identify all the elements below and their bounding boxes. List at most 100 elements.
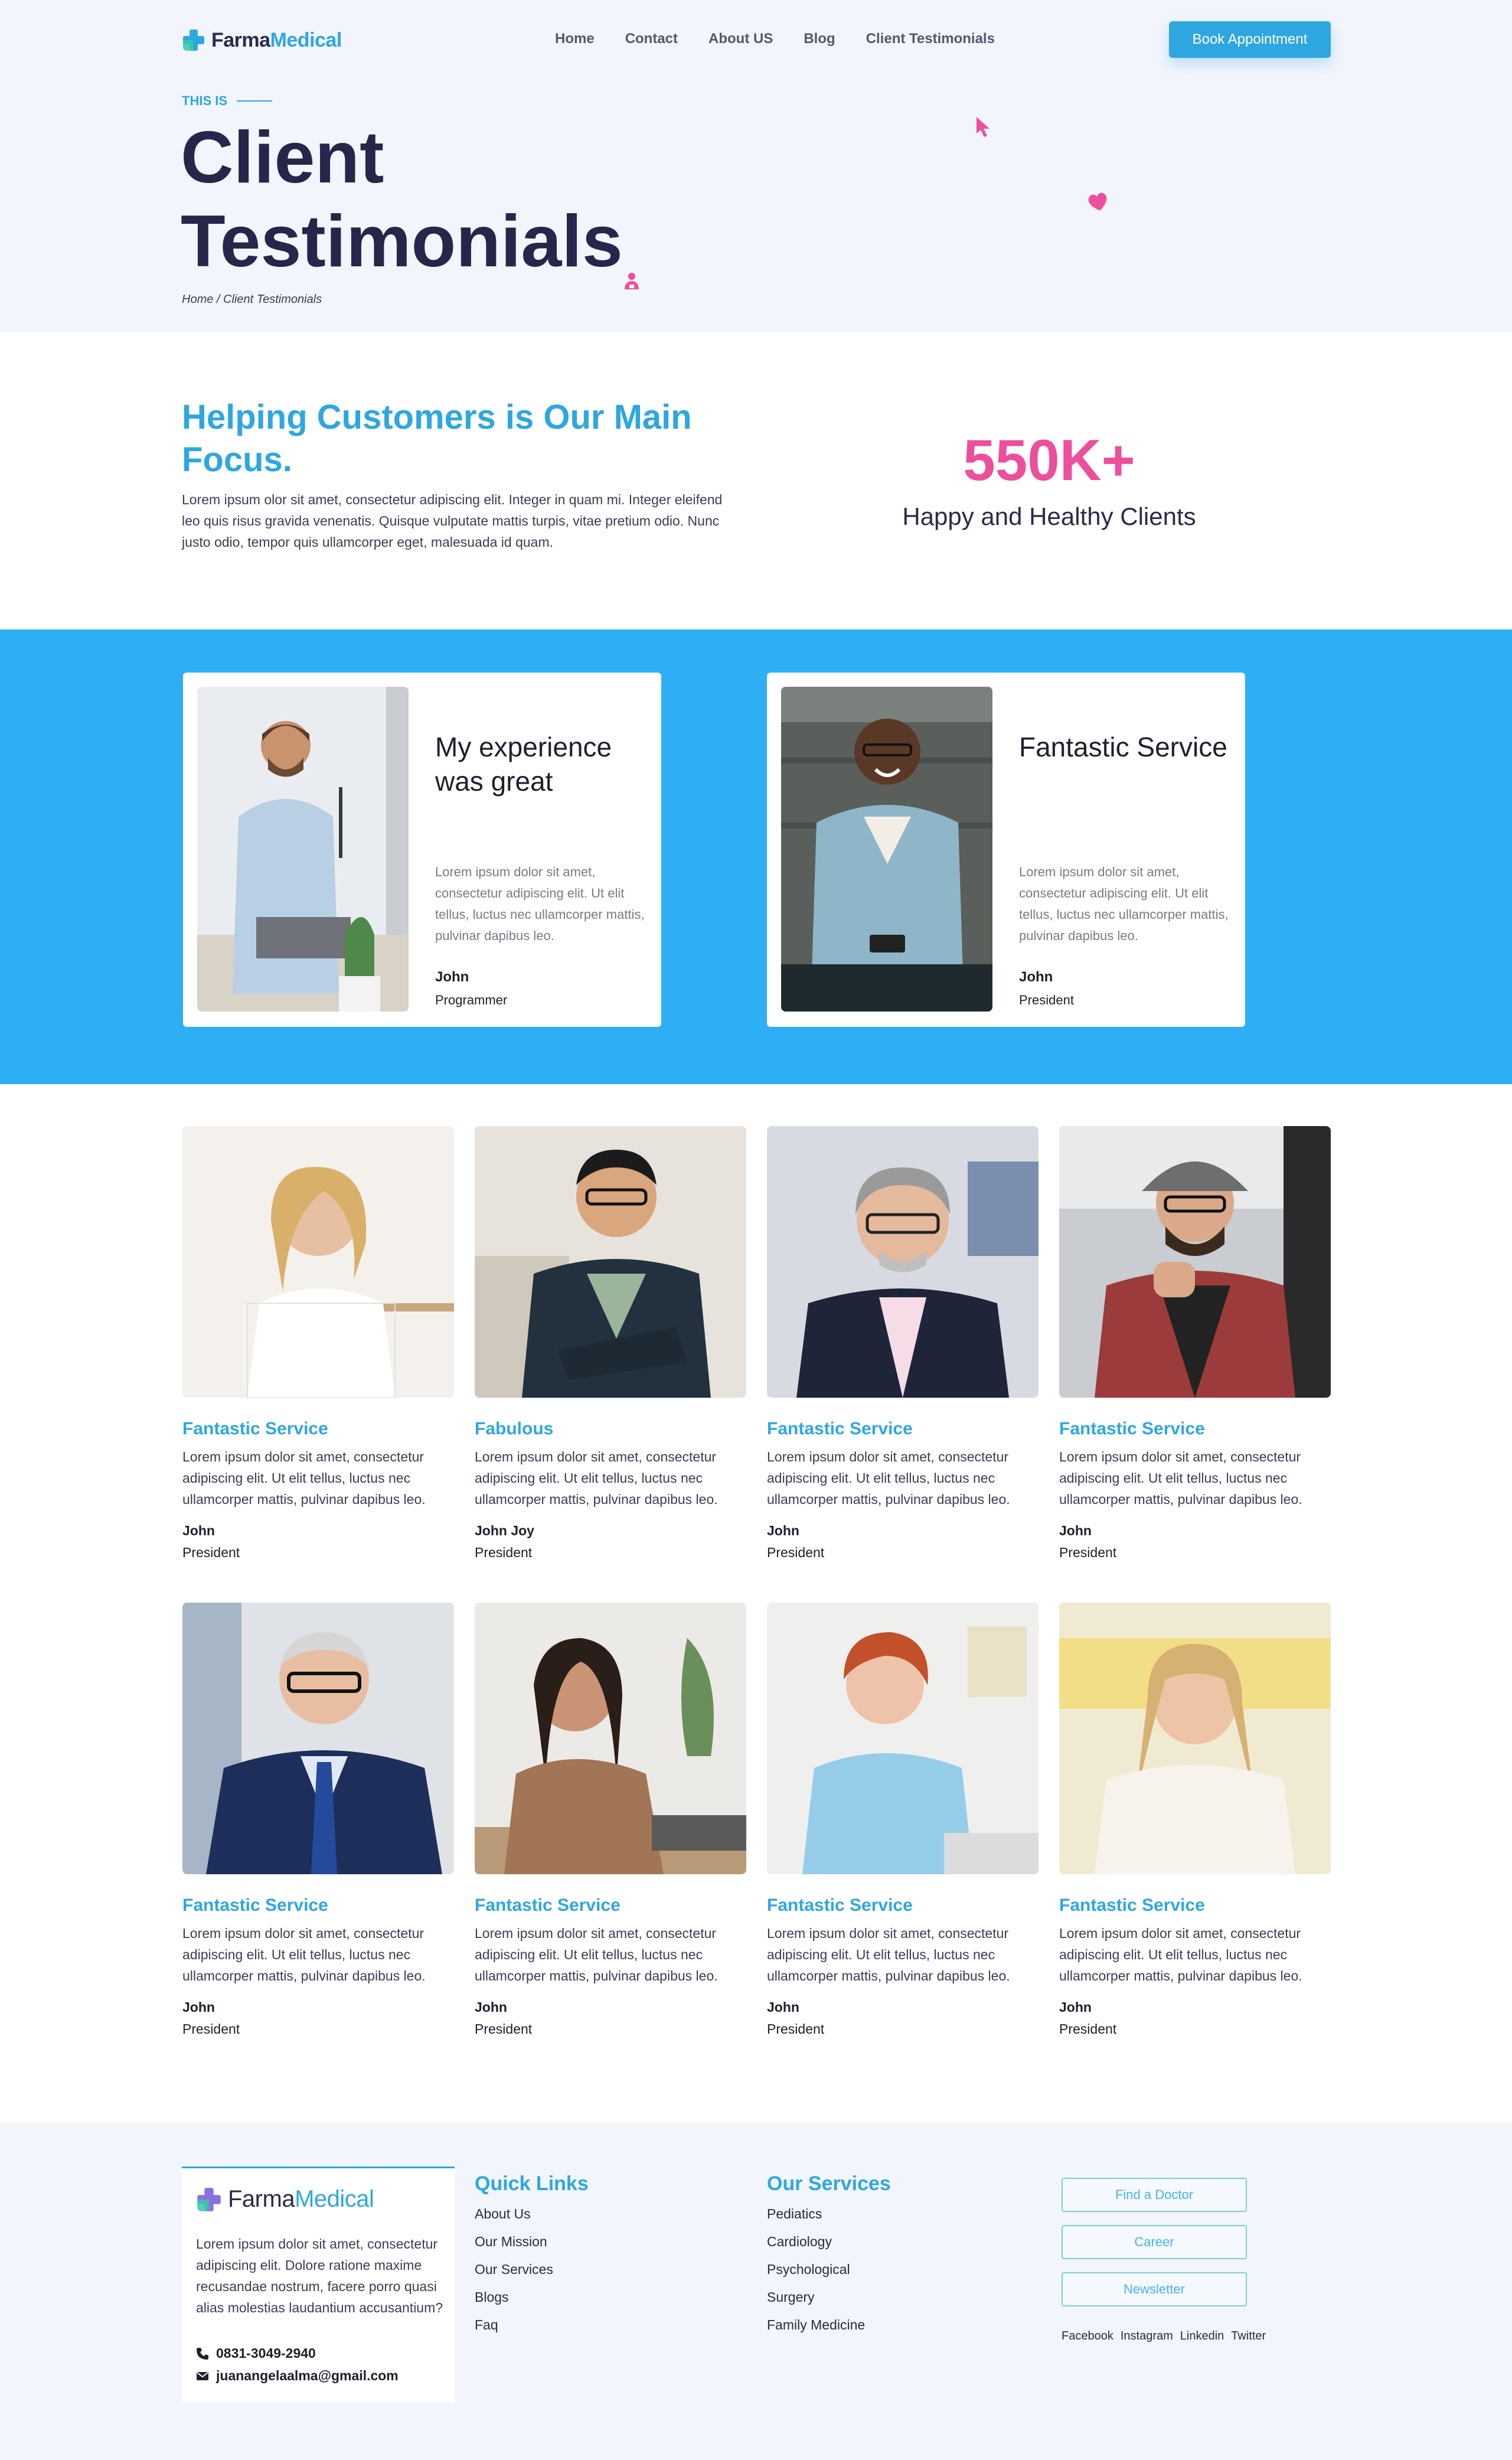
logo-cross-icon (197, 2187, 221, 2211)
hero-section: FarmaMedical Home Contact About US Blog … (0, 0, 1512, 332)
newsletter-button[interactable]: Newsletter (1062, 2272, 1247, 2306)
doctor-icon (625, 273, 639, 289)
testimonial-photo (1059, 1126, 1331, 1398)
stats-section: Helping Customers is Our Main Focus. Lor… (0, 332, 1512, 629)
hero-eyebrow-text: THIS IS (182, 93, 228, 108)
footer-service-psychological[interactable]: Psychological (767, 2262, 891, 2278)
testimonial-role: President (475, 1545, 533, 1560)
mail-icon (197, 2371, 208, 2380)
testimonial-role: President (1059, 2021, 1117, 2037)
featured-title: My experience was great (435, 732, 612, 797)
footer-description: Lorem ipsum dolor sit amet, consectetur … (196, 2236, 443, 2315)
footer-service-cardiology[interactable]: Cardiology (767, 2234, 891, 2250)
testimonial-card: Fantastic Service Lorem ipsum dolor sit … (1059, 1603, 1331, 2037)
logo-text-part1: Farma (211, 28, 270, 51)
testimonial-card: Fantastic Service Lorem ipsum dolor sit … (767, 1603, 1039, 2037)
testimonial-name: John (1059, 1523, 1092, 1538)
testimonial-photo (767, 1603, 1039, 1874)
footer-phone-text: 0831-3049-2940 (216, 2345, 316, 2361)
testimonial-name: John (182, 1999, 215, 2015)
footer-logo-part1: Farma (228, 2186, 295, 2212)
footer-logo-part2: Medical (295, 2186, 374, 2212)
testimonial-title: Fantastic Service (182, 1419, 328, 1438)
footer-link-faq[interactable]: Faq (475, 2317, 589, 2333)
testimonial-body: Lorem ipsum dolor sit amet, consectetur … (475, 1449, 718, 1507)
footer-service-surgery[interactable]: Surgery (767, 2289, 891, 2305)
testimonial-body: Lorem ipsum dolor sit amet, consectetur … (767, 1926, 1010, 1983)
social-linkedin[interactable]: Linkedin (1180, 2330, 1224, 2343)
site-footer: FarmaMedical Lorem ipsum dolor sit amet,… (0, 2123, 1512, 2460)
testimonial-photo (475, 1603, 746, 1874)
career-button[interactable]: Career (1062, 2225, 1247, 2259)
phone-icon (197, 2347, 208, 2360)
footer-link-about[interactable]: About Us (475, 2206, 589, 2222)
testimonial-card: Fantastic Service Lorem ipsum dolor sit … (475, 1603, 746, 2037)
featured-role: President (1019, 993, 1074, 1007)
testimonial-name: John (475, 1999, 507, 2015)
testimonial-title: Fantastic Service (182, 1895, 328, 1915)
featured-body: Lorem ipsum dolor sit amet, consectetur … (435, 864, 645, 943)
featured-name: John (435, 969, 469, 985)
testimonial-body: Lorem ipsum dolor sit amet, consectetur … (182, 1926, 426, 1983)
nav-client-testimonials[interactable]: Client Testimonials (866, 31, 995, 47)
featured-title: Fantastic Service (1019, 732, 1227, 762)
testimonial-card: Fabulous Lorem ipsum dolor sit amet, con… (475, 1126, 746, 1561)
footer-logo[interactable]: FarmaMedical (196, 2186, 374, 2213)
footer-email[interactable]: juanangelaalma@gmail.com (196, 2368, 399, 2384)
footer-email-text: juanangelaalma@gmail.com (216, 2368, 399, 2383)
testimonial-role: President (475, 2021, 533, 2037)
testimonial-photo (767, 1126, 1039, 1398)
testimonial-name: John (182, 1523, 215, 1538)
hero-eyebrow: THIS IS (182, 93, 273, 109)
nav-about[interactable]: About US (708, 31, 773, 47)
logo-cross-icon (183, 30, 204, 51)
footer-service-pediatics[interactable]: Pediatics (767, 2206, 891, 2222)
stat-label: Happy and Healthy Clients (902, 503, 1196, 530)
testimonial-name: John (1059, 1999, 1092, 2015)
featured-name: John (1019, 969, 1053, 985)
social-links: Facebook Instagram Linkedin Twitter (1062, 2330, 1266, 2343)
testimonial-role: President (767, 2021, 825, 2037)
find-doctor-button[interactable]: Find a Doctor (1062, 2178, 1247, 2212)
testimonial-card: Fantastic Service Lorem ipsum dolor sit … (182, 1603, 454, 2037)
page-title: Client Testimonials (181, 117, 623, 282)
site-logo[interactable]: FarmaMedical (182, 28, 342, 52)
nav-blog[interactable]: Blog (804, 31, 835, 47)
eyebrow-rule (237, 100, 273, 102)
logo-text-part2: Medical (270, 28, 342, 51)
footer-phone[interactable]: 0831-3049-2940 (196, 2345, 316, 2361)
testimonial-photo (781, 687, 992, 1012)
footer-service-family-medicine[interactable]: Family Medicine (767, 2317, 891, 2333)
testimonial-photo (1059, 1603, 1331, 1874)
nav-contact[interactable]: Contact (625, 31, 678, 47)
stats-heading: Helping Customers is Our Main Focus. (182, 398, 692, 479)
testimonial-photo (197, 687, 409, 1012)
testimonial-role: President (182, 2021, 240, 2037)
testimonial-body: Lorem ipsum dolor sit amet, consectetur … (1059, 1449, 1302, 1507)
testimonial-title: Fantastic Service (1059, 1895, 1205, 1915)
testimonial-body: Lorem ipsum dolor sit amet, consectetur … (767, 1449, 1010, 1507)
testimonial-body: Lorem ipsum dolor sit amet, consectetur … (182, 1449, 426, 1507)
footer-link-mission[interactable]: Our Mission (475, 2234, 589, 2250)
featured-card: Fantastic Service Lorem ipsum dolor sit … (767, 673, 1245, 1027)
nav-home[interactable]: Home (555, 31, 595, 47)
quick-links-heading: Quick Links (475, 2172, 589, 2195)
footer-link-blogs[interactable]: Blogs (475, 2289, 589, 2305)
featured-body: Lorem ipsum dolor sit amet, consectetur … (1019, 864, 1229, 943)
testimonial-role: President (182, 1545, 240, 1560)
testimonial-title: Fantastic Service (1059, 1419, 1205, 1438)
testimonial-body: Lorem ipsum dolor sit amet, consectetur … (1059, 1926, 1302, 1983)
testimonial-role: President (767, 1545, 825, 1560)
social-instagram[interactable]: Instagram (1121, 2330, 1173, 2343)
featured-card: My experience was great Lorem ipsum dolo… (183, 673, 661, 1027)
social-twitter[interactable]: Twitter (1231, 2330, 1266, 2343)
testimonial-role: President (1059, 1545, 1117, 1560)
cursor-icon (977, 117, 990, 137)
social-facebook[interactable]: Facebook (1062, 2330, 1113, 2343)
testimonial-photo (182, 1126, 454, 1398)
book-appointment-button[interactable]: Book Appointment (1169, 21, 1331, 58)
main-nav: Home Contact About US Blog Client Testim… (555, 31, 1026, 47)
testimonial-name: John Joy (475, 1523, 534, 1538)
heart-icon (1088, 193, 1107, 211)
footer-link-services[interactable]: Our Services (475, 2262, 589, 2278)
